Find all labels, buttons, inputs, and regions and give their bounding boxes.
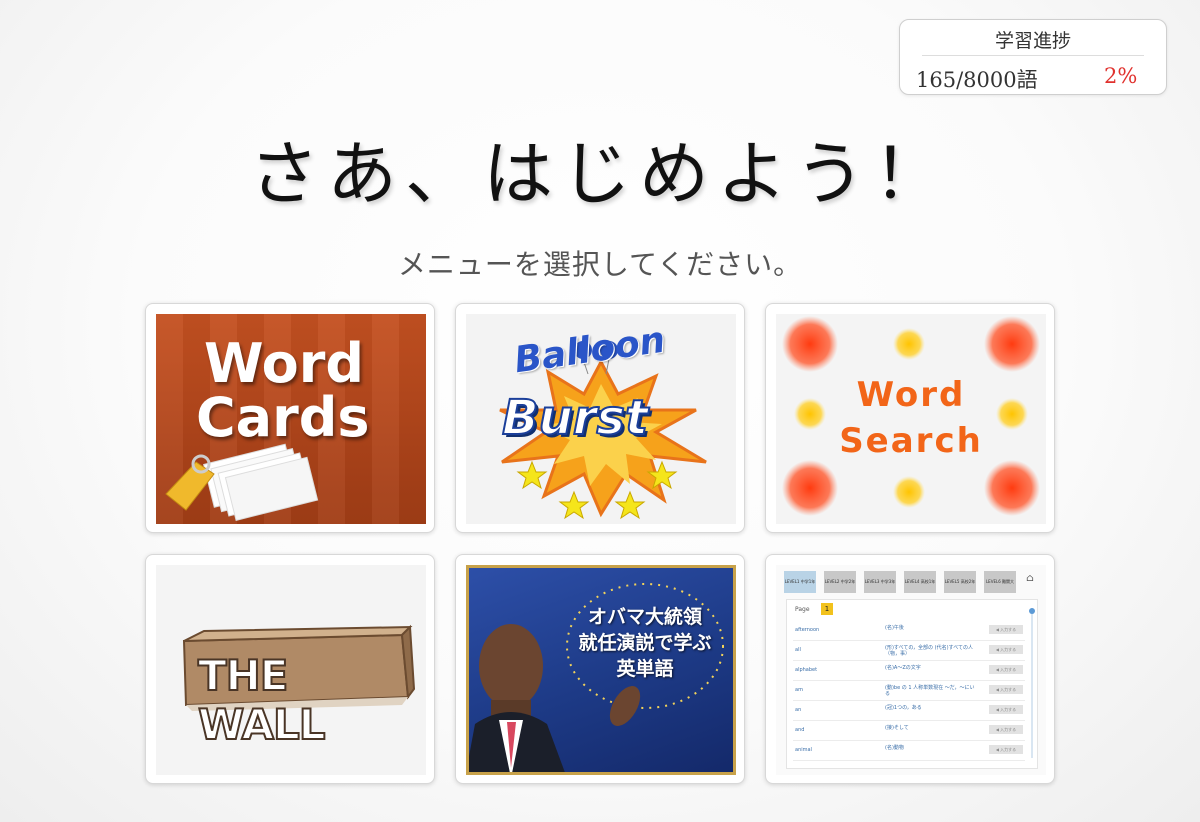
word-search-title: Word Search: [776, 372, 1046, 464]
the-wall-image: THE WALL: [156, 565, 426, 775]
obama-speech-title-line1: オバマ大統領: [587, 606, 702, 628]
level-tab: LEVEL4 高校1年生 高校初級: [904, 571, 936, 606]
list-button: ◀ 入力する: [989, 705, 1023, 714]
progress-percent: 2%: [1104, 64, 1138, 88]
flashcard-ring-icon: [165, 443, 319, 521]
word-list-scrollbar: [1029, 608, 1035, 758]
obama-speech-title-line2: 就任演説で学ぶ: [578, 632, 712, 654]
list-button: ◀ 入力する: [989, 725, 1023, 734]
word-search-title-line1: Word: [856, 375, 966, 415]
word-cards-image: Word Cards: [156, 314, 426, 524]
menu-tile-obama-speech[interactable]: オバマ大統領 就任演説で学ぶ 英単語: [455, 554, 745, 784]
list-meaning: (動)be の 1 人称単数現在 ～だ，～にいる: [885, 685, 975, 697]
level-tab: LEVEL6 難関大学: [984, 571, 1016, 606]
list-meaning: (名)動物: [885, 745, 904, 751]
page-number: 1: [821, 603, 833, 615]
list-word: alphabet: [795, 667, 818, 673]
obama-speech-title-line3: 英単語: [616, 658, 674, 680]
word-search-title-line2: Search: [839, 421, 983, 461]
level-tab: LEVEL2 中学2年生: [824, 571, 856, 606]
menu-tile-word-cards[interactable]: Word Cards: [145, 303, 435, 533]
progress-count: 165/8000語: [916, 68, 1038, 92]
list-word: am: [795, 687, 803, 693]
list-button: ◀ 入力する: [989, 685, 1023, 694]
list-word: an: [795, 707, 802, 713]
list-button: ◀ 入力する: [989, 625, 1023, 634]
level-tab: LEVEL1 中学1年生: [784, 571, 816, 606]
obama-speech-title: オバマ大統領 就任演説で学ぶ 英単語: [565, 604, 725, 682]
progress-divider: [922, 55, 1144, 56]
list-meaning: (接)そして: [885, 725, 909, 731]
menu-tile-word-search[interactable]: Word Search: [765, 303, 1055, 533]
list-item: and (接)そして ◀ 入力する: [793, 720, 1025, 741]
list-button: ◀ 入力する: [989, 645, 1023, 654]
scroll-thumb: [1029, 608, 1035, 614]
list-item: am (動)be の 1 人称単数現在 ～だ，～にいる ◀ 入力する: [793, 680, 1025, 701]
word-search-image: Word Search: [776, 314, 1046, 524]
list-button: ◀ 入力する: [989, 665, 1023, 674]
word-list-panel: Page 1 afternoon (名)午後 ◀ 入力する all (形)すべての，全…: [786, 599, 1038, 769]
menu-tile-word-list[interactable]: LEVEL1 中学1年生 LEVEL2 中学2年生 LEVEL3 中学3年生 L…: [765, 554, 1055, 784]
the-wall-title: THE WALL: [197, 650, 326, 750]
balloon-burst-title-line2: Burst: [501, 389, 649, 447]
menu-tile-balloon-burst[interactable]: Balloon Burst: [455, 303, 745, 533]
list-button: ◀ 入力する: [989, 745, 1023, 754]
list-item: animal (名)動物 ◀ 入力する: [793, 740, 1025, 761]
list-item: alphabet (名)A～Zの文字 ◀ 入力する: [793, 660, 1025, 681]
list-meaning: (冠)1つの，ある: [885, 705, 922, 711]
progress-title: 学習進捗: [994, 30, 1071, 52]
list-word: and: [795, 727, 805, 733]
list-meaning: (名)午後: [885, 625, 904, 631]
list-item: all (形)すべての，全部の (代名)すべての人（物，事） ◀ 入力する: [793, 640, 1025, 661]
list-word: afternoon: [795, 627, 820, 633]
home-icon: ⌂: [1026, 573, 1034, 584]
page-title: さあ、はじめよう！: [249, 133, 951, 215]
page-subtitle: メニューを選択してください。: [397, 248, 803, 281]
list-word: all: [795, 647, 801, 653]
list-meaning: (名)A～Zの文字: [885, 665, 921, 671]
page-label: Page: [795, 606, 810, 613]
word-list-image: LEVEL1 中学1年生 LEVEL2 中学2年生 LEVEL3 中学3年生 L…: [776, 565, 1046, 775]
level-tab: LEVEL5 高校2年生 大学初: [944, 571, 976, 606]
list-item: afternoon (名)午後 ◀ 入力する: [793, 620, 1025, 641]
obama-speech-image: オバマ大統領 就任演説で学ぶ 英単語: [466, 565, 736, 775]
level-tab: LEVEL3 中学3年生: [864, 571, 896, 606]
list-meaning: (形)すべての，全部の (代名)すべての人（物，事）: [885, 645, 973, 657]
balloon-burst-image: Balloon Burst: [466, 314, 736, 524]
list-item: an (冠)1つの，ある ◀ 入力する: [793, 700, 1025, 721]
list-word: animal: [795, 747, 812, 753]
progress-box: 学習進捗 165/8000語 2%: [899, 19, 1167, 95]
menu-tile-the-wall[interactable]: THE WALL: [145, 554, 435, 784]
